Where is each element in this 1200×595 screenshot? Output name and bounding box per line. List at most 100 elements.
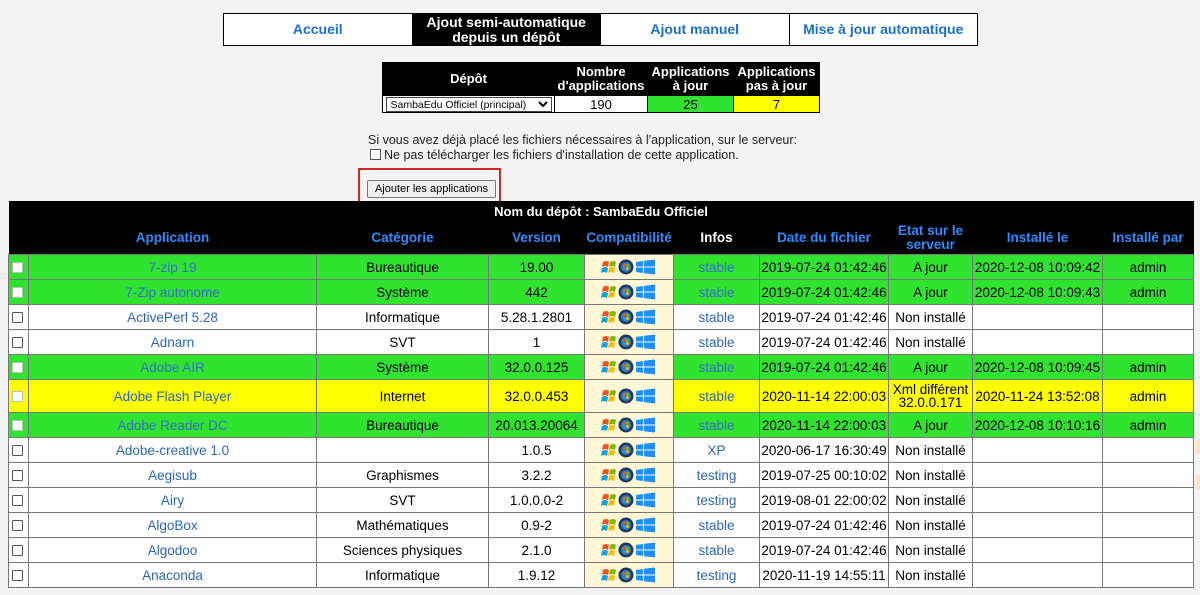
vista-orb-icon xyxy=(618,417,634,433)
tab-accueil[interactable]: Accueil xyxy=(223,13,413,46)
compatibility-icons xyxy=(601,334,655,350)
app-installed-by xyxy=(1101,537,1195,563)
app-name[interactable]: Adobe-creative 1.0 xyxy=(28,437,317,463)
row-checkbox[interactable] xyxy=(12,286,23,298)
app-category: Bureautique xyxy=(316,254,489,280)
vista-orb-icon xyxy=(618,388,634,404)
top-navigation: Accueil Ajout semi-automatique depuis un… xyxy=(223,13,978,46)
row-checkbox[interactable] xyxy=(12,361,23,373)
compatibility-icons xyxy=(601,417,655,433)
add-applications-button[interactable]: Ajouter les applications xyxy=(367,180,496,198)
col-version[interactable]: Version xyxy=(488,222,585,255)
compatibility-icons xyxy=(601,359,655,375)
app-version: 5.28.1.2801 xyxy=(488,304,585,330)
app-name[interactable]: Anaconda xyxy=(28,562,317,588)
table-row: ActivePerl 5.28 Informatique 5.28.1.2801 xyxy=(8,304,1195,330)
app-version: 1.9.12 xyxy=(488,562,585,588)
depot-name-title: Nom du dépôt : SambaEdu Officiel xyxy=(8,201,1194,222)
app-installed-date xyxy=(972,304,1103,330)
table-row: Adobe AIR Système 32.0.0.125 stable 2019… xyxy=(8,354,1195,380)
app-server-state: Xml différent 32.0.0.171 xyxy=(888,379,973,413)
table-row: Algodoo Sciences physiques 2.1.0 stable … xyxy=(8,537,1195,563)
app-server-state: Non installé xyxy=(888,562,973,588)
windows10-logo-icon xyxy=(636,567,655,583)
edge-decoration xyxy=(1196,475,1200,489)
app-file-date: 2019-07-24 01:42:46 xyxy=(759,537,889,563)
row-checkbox[interactable] xyxy=(12,519,23,531)
windows10-logo-icon xyxy=(636,388,655,404)
windows10-logo-icon xyxy=(636,359,655,375)
app-compatibility xyxy=(584,329,674,355)
app-installed-by xyxy=(1101,437,1195,463)
app-name[interactable]: Airy xyxy=(28,487,317,513)
app-installed-by: admin xyxy=(1101,279,1195,305)
compatibility-icons xyxy=(601,284,655,300)
app-name[interactable]: AlgoBox xyxy=(28,512,317,538)
xp-flag-icon xyxy=(601,569,616,581)
table-row: Anaconda Informatique 1.9.12 testing 202… xyxy=(8,562,1195,588)
row-checkbox[interactable] xyxy=(12,261,23,273)
row-checkbox[interactable] xyxy=(12,390,23,402)
app-name[interactable]: 7-Zip autonome xyxy=(28,279,317,305)
row-checkbox-cell xyxy=(8,462,29,488)
application-rows: 7-zip 19 Bureautique 19.00 stable 2019-0… xyxy=(8,254,1195,588)
col-compatibilite[interactable]: Compatibilité xyxy=(584,222,674,255)
tab-ajout-manuel[interactable]: Ajout manuel xyxy=(600,13,790,46)
vista-orb-icon xyxy=(618,334,634,350)
app-installed-date: 2020-12-08 10:10:16 xyxy=(972,412,1103,438)
app-version: 3.2.2 xyxy=(488,462,585,488)
xp-flag-icon xyxy=(601,494,616,506)
col-application[interactable]: Application xyxy=(28,222,317,255)
windows10-logo-icon xyxy=(636,309,655,325)
tab-ajout-semi-automatique[interactable]: Ajout semi-automatique depuis un dépôt xyxy=(411,13,601,46)
count-header: Nombre d'applications xyxy=(554,62,648,96)
app-installed-by: admin xyxy=(1101,254,1195,280)
depot-select[interactable]: SambaEdu Officiel (principal) xyxy=(385,97,552,112)
row-checkbox[interactable] xyxy=(12,444,23,456)
compatibility-icons xyxy=(601,442,655,458)
app-name[interactable]: Algodoo xyxy=(28,537,317,563)
app-name[interactable]: Adobe AIR xyxy=(28,354,317,380)
vista-orb-icon xyxy=(618,442,634,458)
app-compatibility xyxy=(584,412,674,438)
app-version: 1.0.0.0-2 xyxy=(488,487,585,513)
app-category: SVT xyxy=(316,487,489,513)
app-server-state: A jour xyxy=(888,412,973,438)
app-file-date: 2019-07-25 00:10:02 xyxy=(759,462,889,488)
app-infos: XP xyxy=(673,437,760,463)
no-download-checkbox[interactable] xyxy=(370,149,381,160)
row-checkbox[interactable] xyxy=(12,469,23,481)
edge-decoration xyxy=(1196,440,1200,454)
windows10-logo-icon xyxy=(636,467,655,483)
col-installe-le[interactable]: Installé le xyxy=(972,222,1103,255)
app-name[interactable]: Adobe Reader DC xyxy=(28,412,317,438)
row-checkbox[interactable] xyxy=(12,494,23,506)
col-etat-serveur[interactable]: Etat sur le serveur xyxy=(888,222,973,255)
app-name[interactable]: 7-zip 19 xyxy=(28,254,317,280)
app-name[interactable]: Adobe Flash Player xyxy=(28,379,317,413)
xp-flag-icon xyxy=(601,444,616,456)
row-checkbox[interactable] xyxy=(12,544,23,556)
app-file-date: 2020-06-17 16:30:49 xyxy=(759,437,889,463)
app-version: 2.1.0 xyxy=(488,537,585,563)
row-checkbox[interactable] xyxy=(12,311,23,323)
row-checkbox[interactable] xyxy=(12,569,23,581)
row-checkbox[interactable] xyxy=(12,336,23,348)
app-category: SVT xyxy=(316,329,489,355)
row-checkbox[interactable] xyxy=(12,419,23,431)
row-checkbox-cell xyxy=(8,379,29,413)
tab-mise-a-jour-automatique[interactable]: Mise à jour automatique xyxy=(788,13,978,46)
app-name[interactable]: ActivePerl 5.28 xyxy=(28,304,317,330)
app-server-state: A jour xyxy=(888,279,973,305)
app-category: Système xyxy=(316,354,489,380)
app-name[interactable]: Aegisub xyxy=(28,462,317,488)
col-categorie[interactable]: Catégorie xyxy=(316,222,489,255)
table-row: Aegisub Graphismes 3.2.2 testing 2019-07… xyxy=(8,462,1195,488)
uptodate-count: 25 xyxy=(647,95,734,113)
col-installe-par[interactable]: Installé par xyxy=(1102,222,1194,255)
xp-flag-icon xyxy=(601,261,616,273)
col-date-fichier[interactable]: Date du fichier xyxy=(759,222,889,255)
app-name[interactable]: Adnarn xyxy=(28,329,317,355)
app-infos: stable xyxy=(673,379,760,413)
xp-flag-icon xyxy=(601,286,616,298)
